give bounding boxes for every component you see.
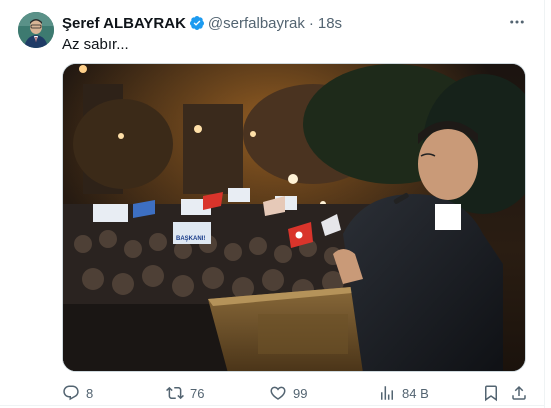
divider (544, 0, 545, 408)
views-icon (381, 386, 393, 400)
tweet-header: Şeref ALBAYRAK @serfalbayrak · 18s (62, 13, 342, 33)
like-button[interactable]: 99 (269, 380, 307, 406)
repost-count: 76 (190, 385, 205, 401)
repost-button[interactable]: 76 (166, 380, 204, 406)
tweet-text: Az sabır... (62, 36, 129, 53)
reply-button[interactable]: 8 (62, 380, 93, 406)
verified-badge-icon (189, 15, 205, 31)
action-bar: 8 76 99 84 B (62, 380, 532, 406)
tweet-photo[interactable]: BAŞKANI! (62, 63, 526, 372)
bookmark-icon (485, 385, 497, 402)
like-icon (270, 386, 286, 400)
author-name[interactable]: Şeref ALBAYRAK (62, 15, 186, 32)
sign-text: BAŞKANI! (176, 236, 205, 242)
like-count: 99 (293, 385, 308, 401)
more-icon[interactable] (505, 12, 529, 32)
tweet-card[interactable]: Şeref ALBAYRAK @serfalbayrak · 18s Az sa… (0, 0, 551, 408)
author-handle[interactable]: @serfalbayrak (208, 15, 305, 32)
repost-icon (166, 386, 184, 400)
share-button[interactable] (510, 380, 528, 406)
timestamp[interactable]: 18s (318, 15, 342, 32)
share-icon (512, 385, 526, 400)
separator-dot: · (308, 14, 314, 32)
avatar[interactable] (18, 12, 54, 48)
reply-count: 8 (86, 385, 94, 401)
reply-icon (63, 385, 79, 401)
views-button[interactable]: 84 B (378, 380, 429, 406)
bookmark-button[interactable] (482, 380, 500, 406)
views-count: 84 B (402, 385, 429, 401)
